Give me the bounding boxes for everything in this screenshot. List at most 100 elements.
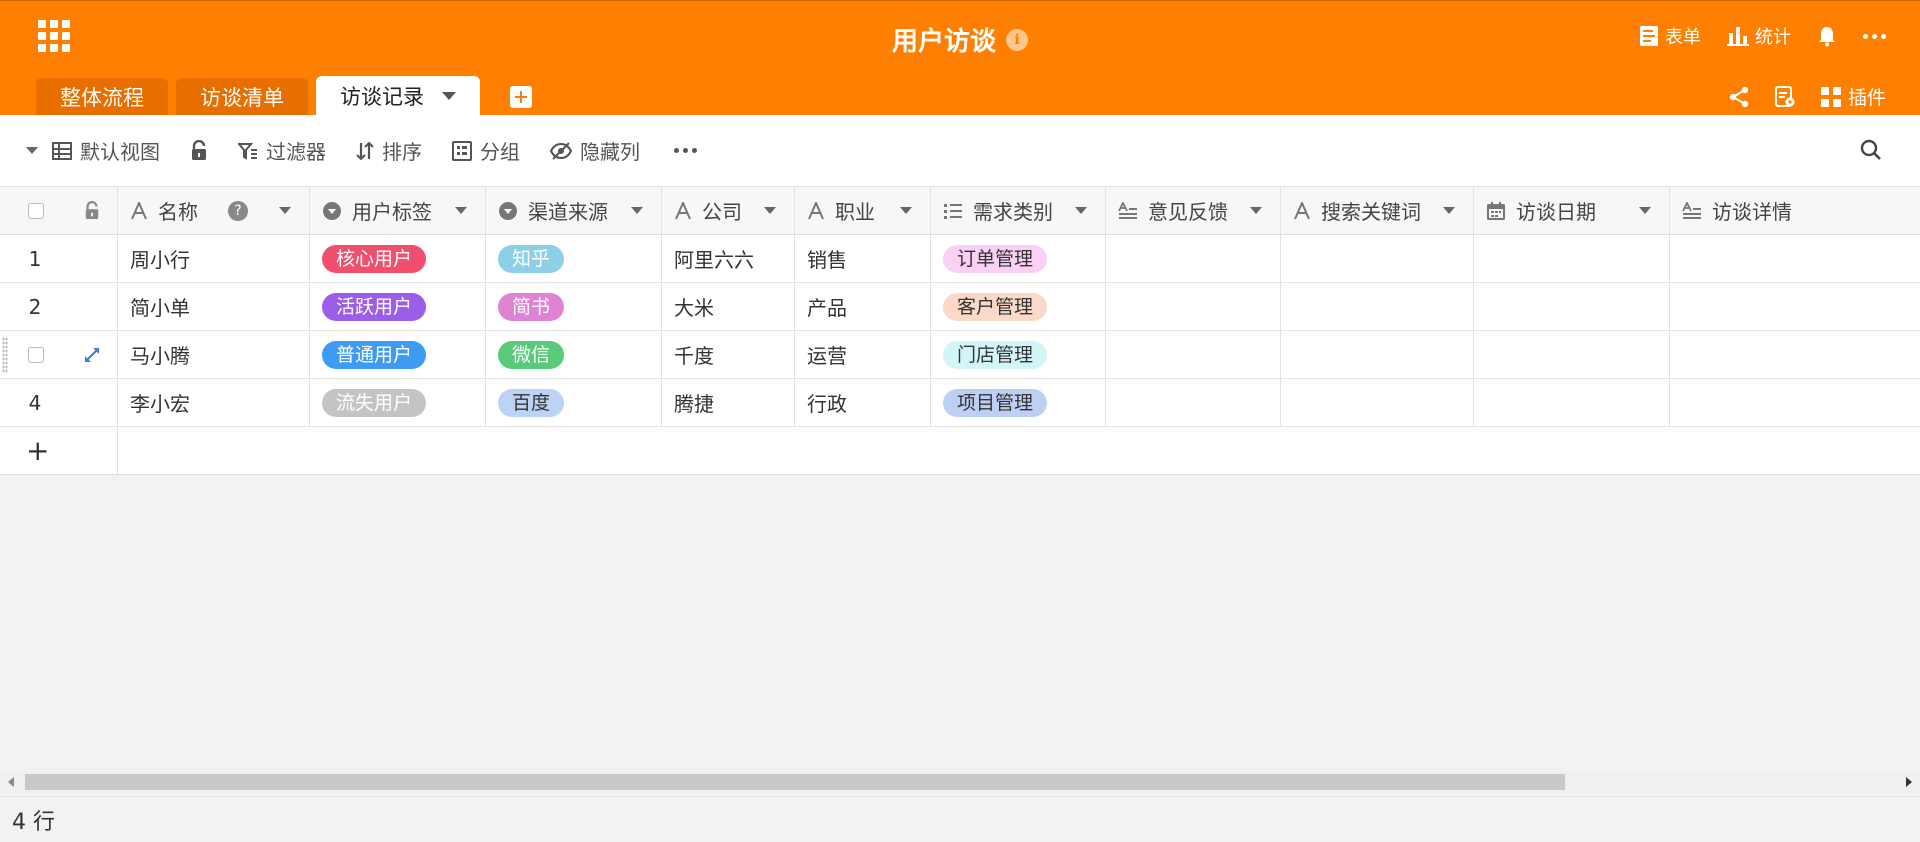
cell-occupation[interactable]: 运营: [795, 331, 931, 378]
column-menu-caret-icon[interactable]: [764, 207, 776, 214]
search-icon[interactable]: [1860, 139, 1882, 166]
cell-name[interactable]: 李小宏: [118, 379, 310, 426]
cell-channel-source[interactable]: 百度: [486, 379, 662, 426]
column-menu-caret-icon[interactable]: [1639, 207, 1651, 214]
cell-user-tag[interactable]: 普通用户: [310, 331, 486, 378]
table-row[interactable]: 1 周小行 核心用户 知乎 阿里六六 销售 订单管理: [0, 235, 1920, 283]
row-index-cell[interactable]: [0, 331, 118, 378]
cell-occupation[interactable]: 产品: [795, 283, 931, 330]
cell-user-tag[interactable]: 流失用户: [310, 379, 486, 426]
scroll-right-icon[interactable]: [1906, 777, 1912, 787]
cell-interview-details[interactable]: [1670, 283, 1920, 330]
column-header-interview-details[interactable]: 访谈详情: [1670, 187, 1920, 234]
records-settings-button[interactable]: [1774, 85, 1796, 108]
table-row[interactable]: 4 李小宏 流失用户 百度 腾捷 行政 项目管理: [0, 379, 1920, 427]
column-menu-caret-icon[interactable]: [279, 207, 291, 214]
cell-search-keywords[interactable]: [1281, 379, 1474, 426]
column-header-name[interactable]: 名称 ?: [118, 187, 310, 234]
horizontal-scrollbar[interactable]: [0, 772, 1920, 792]
info-icon[interactable]: i: [1006, 28, 1028, 51]
cell-demand-category[interactable]: 项目管理: [931, 379, 1106, 426]
select-all-checkbox[interactable]: [28, 202, 44, 219]
column-menu-caret-icon[interactable]: [900, 207, 912, 214]
cell-name[interactable]: 周小行: [118, 235, 310, 282]
row-select-checkbox[interactable]: [28, 346, 44, 363]
cell-interview-details[interactable]: [1670, 331, 1920, 378]
table-row[interactable]: 马小腾 普通用户 微信 千度 运营 门店管理: [0, 331, 1920, 379]
table-row[interactable]: 2 简小单 活跃用户 简书 大米 产品 客户管理: [0, 283, 1920, 331]
add-row-space[interactable]: [118, 427, 1920, 474]
tab-overall-process[interactable]: 整体流程: [36, 78, 168, 116]
plugins-button[interactable]: 插件: [1820, 83, 1886, 110]
cell-demand-category[interactable]: 客户管理: [931, 283, 1106, 330]
cell-feedback[interactable]: [1106, 379, 1281, 426]
cell-channel-source[interactable]: 微信: [486, 331, 662, 378]
apps-grid-icon[interactable]: [38, 20, 70, 52]
cell-feedback[interactable]: [1106, 235, 1281, 282]
column-menu-caret-icon[interactable]: [1075, 207, 1087, 214]
column-menu-caret-icon[interactable]: [455, 207, 467, 214]
unlock-icon[interactable]: [84, 200, 100, 221]
add-row-button[interactable]: +: [0, 427, 118, 474]
stats-button[interactable]: 统计: [1727, 23, 1791, 49]
cell-interview-details[interactable]: [1670, 235, 1920, 282]
more-menu-icon[interactable]: [1863, 33, 1886, 39]
column-header-occupation[interactable]: 职业: [795, 187, 931, 234]
cell-interview-date[interactable]: [1474, 235, 1670, 282]
cell-channel-source[interactable]: 简书: [486, 283, 662, 330]
column-menu-caret-icon[interactable]: [1250, 207, 1262, 214]
row-index-cell[interactable]: 2: [0, 283, 118, 330]
cell-channel-source[interactable]: 知乎: [486, 235, 662, 282]
cell-search-keywords[interactable]: [1281, 331, 1474, 378]
group-button[interactable]: 分组: [452, 136, 520, 165]
share-button[interactable]: [1728, 86, 1750, 108]
cell-company[interactable]: 腾捷: [662, 379, 795, 426]
cell-interview-details[interactable]: [1670, 379, 1920, 426]
row-index-cell[interactable]: 4: [0, 379, 118, 426]
hide-columns-button[interactable]: 隐藏列: [550, 136, 640, 165]
cell-search-keywords[interactable]: [1281, 283, 1474, 330]
cell-demand-category[interactable]: 门店管理: [931, 331, 1106, 378]
filter-button[interactable]: 过滤器: [238, 136, 326, 165]
view-list-toggle-icon[interactable]: [26, 147, 38, 154]
tab-interview-records[interactable]: 访谈记录: [316, 76, 480, 116]
form-button[interactable]: 表单: [1639, 23, 1701, 49]
cell-occupation[interactable]: 行政: [795, 379, 931, 426]
cell-company[interactable]: 大米: [662, 283, 795, 330]
cell-interview-date[interactable]: [1474, 379, 1670, 426]
column-menu-caret-icon[interactable]: [1443, 207, 1455, 214]
toolbar-more-icon[interactable]: [674, 148, 697, 153]
expand-record-icon[interactable]: [84, 347, 100, 363]
cell-company[interactable]: 阿里六六: [662, 235, 795, 282]
column-header-company[interactable]: 公司: [662, 187, 795, 234]
cell-name[interactable]: 马小腾: [118, 331, 310, 378]
column-header-feedback[interactable]: 意见反馈: [1106, 187, 1281, 234]
row-drag-handle-icon[interactable]: [2, 337, 8, 373]
column-header-user-tag[interactable]: 用户标签: [310, 187, 486, 234]
cell-name[interactable]: 简小单: [118, 283, 310, 330]
column-header-demand-category[interactable]: 需求类别: [931, 187, 1106, 234]
cell-interview-date[interactable]: [1474, 331, 1670, 378]
notifications-button[interactable]: [1817, 25, 1837, 47]
column-header-channel-source[interactable]: 渠道来源: [486, 187, 662, 234]
view-lock-button[interactable]: [190, 139, 208, 162]
help-icon[interactable]: ?: [228, 200, 248, 221]
cell-company[interactable]: 千度: [662, 331, 795, 378]
scrollbar-thumb[interactable]: [25, 774, 1565, 790]
cell-feedback[interactable]: [1106, 331, 1281, 378]
view-selector[interactable]: 默认视图: [52, 136, 160, 165]
cell-occupation[interactable]: 销售: [795, 235, 931, 282]
row-index-cell[interactable]: 1: [0, 235, 118, 282]
cell-user-tag[interactable]: 活跃用户: [310, 283, 486, 330]
cell-demand-category[interactable]: 订单管理: [931, 235, 1106, 282]
sort-button[interactable]: 排序: [356, 136, 422, 165]
tab-menu-caret-icon[interactable]: [442, 92, 456, 100]
column-menu-caret-icon[interactable]: [631, 207, 643, 214]
scroll-left-icon[interactable]: [8, 777, 14, 787]
cell-interview-date[interactable]: [1474, 283, 1670, 330]
cell-search-keywords[interactable]: [1281, 235, 1474, 282]
column-header-search-keywords[interactable]: 搜索关键词: [1281, 187, 1474, 234]
add-sheet-icon[interactable]: [510, 86, 532, 108]
tab-interview-list[interactable]: 访谈清单: [176, 78, 308, 116]
cell-feedback[interactable]: [1106, 283, 1281, 330]
